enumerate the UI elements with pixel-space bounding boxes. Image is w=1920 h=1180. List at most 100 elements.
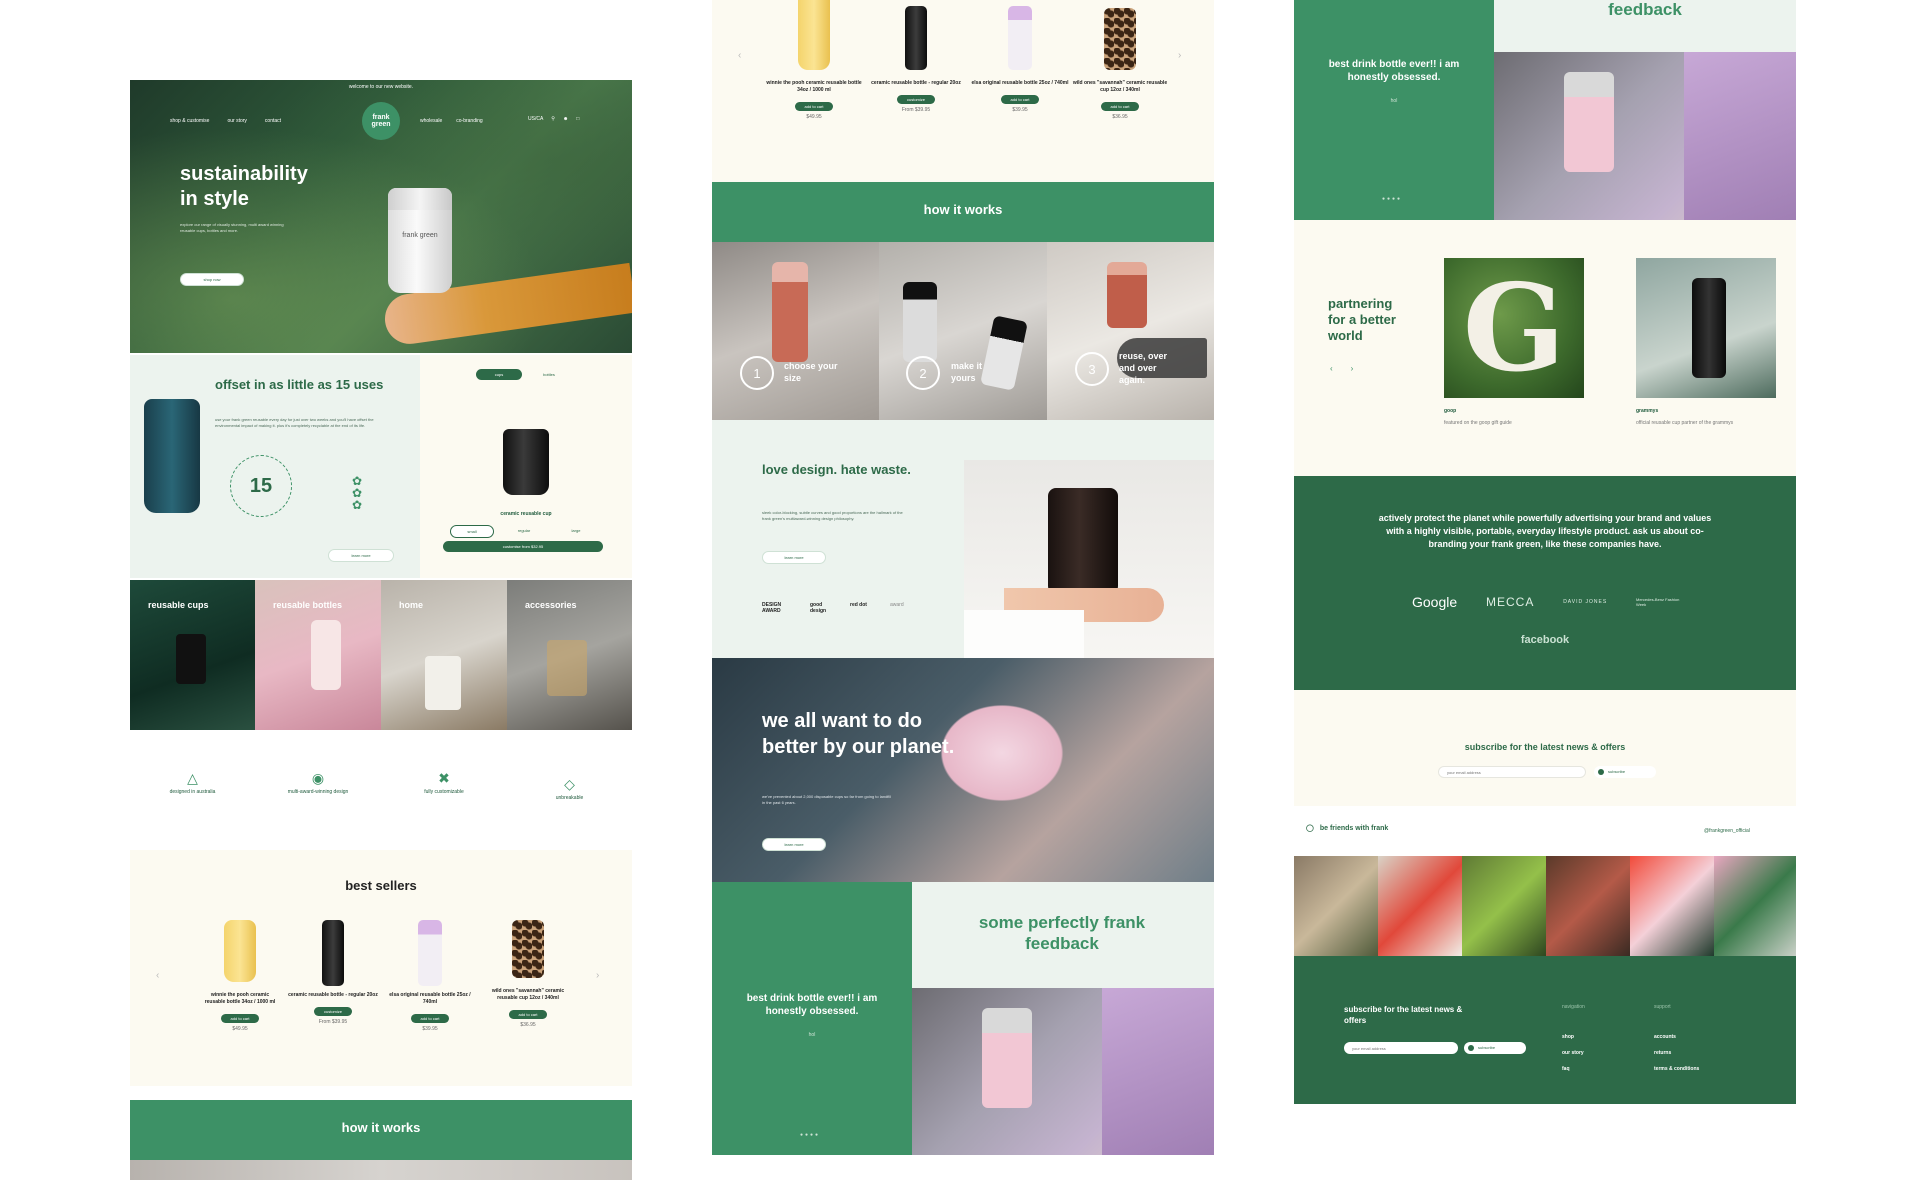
category-reusable-cups[interactable]: reusable cups [130, 580, 255, 730]
subscribe-email-input[interactable] [1438, 766, 1586, 778]
feature-unbreakable: ◇ unbreakable [507, 776, 632, 802]
instagram-icon[interactable]: ◯ [1306, 824, 1314, 832]
client-logo: Google [1412, 594, 1458, 610]
partner-name: grammys [1636, 408, 1659, 414]
instagram-photo[interactable] [1714, 856, 1796, 956]
category-reusable-bottles[interactable]: reusable bottles [255, 580, 381, 730]
instagram-photo[interactable] [1546, 856, 1630, 956]
love-design-section: love design. hate waste. sleek color-blo… [712, 420, 1214, 658]
add-to-cart-button[interactable]: add to cart [1001, 95, 1039, 104]
instagram-photo[interactable] [1630, 856, 1714, 956]
product-card[interactable]: ceramic reusable bottle - regular 20oz c… [288, 920, 378, 1026]
product-card[interactable]: elsa original reusable bottle 25oz / 740… [388, 920, 472, 1033]
partner-description: official reusable cup partner of the gra… [1636, 420, 1734, 426]
product-card[interactable]: ceramic reusable bottle - regular 20oz c… [866, 0, 966, 114]
product-card[interactable]: wild ones "savannah" ceramic reusable cu… [1070, 0, 1170, 121]
step-2: 2 make it yours [879, 242, 1047, 420]
leaf-icon: ✿ ✿ ✿ [352, 474, 363, 512]
footer-subscribe-button[interactable]: subscribe [1464, 1042, 1526, 1054]
step-3: 3 reuse, over and over again. [1047, 242, 1214, 420]
size-regular[interactable]: regular [502, 525, 546, 538]
footer-link-returns[interactable]: returns [1654, 1050, 1671, 1057]
partner-goop-image: G [1444, 258, 1584, 398]
best-sellers-section: best sellers ‹ › winnie the pooh ceramic… [130, 850, 632, 1086]
configurator-cup-image [503, 429, 549, 495]
offset-section: offset in as little as 15 uses use your … [130, 355, 420, 578]
customise-button[interactable]: customise from $32.95 [443, 541, 603, 552]
step-number-badge: 1 [740, 356, 774, 390]
account-icon[interactable]: ☻ [563, 116, 568, 122]
offset-body: use your frank green reusable every day … [215, 417, 374, 428]
add-to-cart-button[interactable]: add to cart [509, 1010, 547, 1019]
category-home[interactable]: home [381, 580, 507, 730]
carousel-next-icon[interactable]: › [596, 970, 599, 981]
footer-link-accounts[interactable]: accounts [1654, 1034, 1676, 1041]
add-to-cart-button[interactable]: add to cart [411, 1014, 449, 1023]
category-accessories[interactable]: accessories [507, 580, 632, 730]
partners-prev-icon[interactable]: ‹ [1330, 364, 1333, 373]
feature-award: ◉ multi-award-winning design [255, 770, 381, 796]
award-logo: good design [810, 602, 827, 614]
nav-shop[interactable]: shop & customise [170, 118, 209, 124]
add-to-cart-button[interactable]: add to cart [795, 102, 833, 111]
tab-cups[interactable]: cups [476, 369, 522, 380]
add-to-cart-button[interactable]: add to cart [221, 1014, 259, 1023]
footer-link-shop[interactable]: shop [1562, 1034, 1574, 1041]
carousel-prev-icon[interactable]: ‹ [738, 50, 741, 61]
shop-now-button[interactable]: shop now [180, 273, 244, 286]
customize-button[interactable]: customize [314, 1007, 352, 1016]
love-design-learn-more-button[interactable]: learn more [762, 551, 826, 564]
offset-title: offset in as little as 15 uses [215, 377, 384, 392]
nav-co-branding[interactable]: co-branding [456, 118, 482, 124]
instagram-photo[interactable] [1462, 856, 1546, 956]
size-small[interactable]: small [450, 525, 494, 538]
page-column-1: welcome to our new website. shop & custo… [130, 80, 632, 1180]
planet-learn-more-button[interactable]: learn more [762, 838, 826, 851]
carousel-dots[interactable]: ●●●● [1382, 196, 1402, 202]
product-card[interactable]: winnie the pooh ceramic reusable bottle … [200, 920, 280, 1033]
hero-title: sustainability in style [180, 163, 308, 210]
product-card[interactable]: wild ones "savannah" ceramic reusable cu… [486, 920, 570, 1029]
partnering-title: partnering for a better world [1328, 296, 1396, 343]
logo[interactable]: frank green [362, 102, 400, 140]
step-number-badge: 3 [1075, 352, 1109, 386]
tab-bottles[interactable]: bottles [526, 369, 572, 380]
subscribe-button[interactable]: subscribe [1594, 766, 1656, 778]
search-icon[interactable]: ⚲ [551, 116, 555, 122]
best-sellers-continued: ‹ › winnie the pooh ceramic reusable bot… [712, 0, 1214, 182]
region-selector[interactable]: US/CA [528, 116, 543, 122]
client-logo: MECCA [1486, 595, 1535, 609]
feedback-section: best drink bottle ever!! i am honestly o… [712, 882, 1214, 1155]
footer-link-faq[interactable]: faq [1562, 1066, 1570, 1073]
client-logo: DAVID JONES [1563, 599, 1608, 605]
product-card[interactable]: winnie the pooh ceramic reusable bottle … [764, 0, 864, 121]
carousel-next-icon[interactable]: › [1178, 50, 1181, 61]
cart-icon[interactable]: □ [576, 116, 579, 122]
partner-description: featured on the goop gift guide [1444, 420, 1512, 426]
nav-contact[interactable]: contact [265, 118, 281, 124]
instagram-photo[interactable] [1294, 856, 1378, 956]
size-large[interactable]: large [554, 525, 598, 538]
footer-link-our-story[interactable]: our story [1562, 1050, 1584, 1057]
client-logo: Mercedes-Benz Fashion Week [1636, 597, 1680, 607]
footer-email-input[interactable] [1344, 1042, 1458, 1054]
nav-wholesale[interactable]: wholesale [420, 118, 442, 124]
partner-name: goop [1444, 408, 1457, 414]
feedback-image [912, 988, 1214, 1155]
cobranding-logos: Google MECCA DAVID JONES Mercedes-Benz F… [1412, 594, 1682, 610]
love-design-image [964, 460, 1214, 658]
carousel-dots[interactable]: ●●●● [800, 1132, 820, 1138]
footer-link-terms[interactable]: terms & conditions [1654, 1066, 1699, 1073]
carousel-prev-icon[interactable]: ‹ [156, 970, 159, 981]
product-card[interactable]: elsa original reusable bottle 25oz / 740… [970, 0, 1070, 114]
offset-learn-more-button[interactable]: learn more [328, 549, 394, 562]
instagram-photo[interactable] [1378, 856, 1462, 956]
customize-button[interactable]: customize [897, 95, 935, 104]
social-handle[interactable]: @frankgreen_official [1704, 828, 1750, 835]
add-to-cart-button[interactable]: add to cart [1101, 102, 1139, 111]
nav-our-story[interactable]: our story [227, 118, 246, 124]
offset-badge: 15 [230, 455, 292, 517]
best-sellers-title: best sellers [345, 878, 417, 893]
hero-section: welcome to our new website. shop & custo… [130, 80, 632, 353]
partners-next-icon[interactable]: › [1351, 364, 1354, 373]
